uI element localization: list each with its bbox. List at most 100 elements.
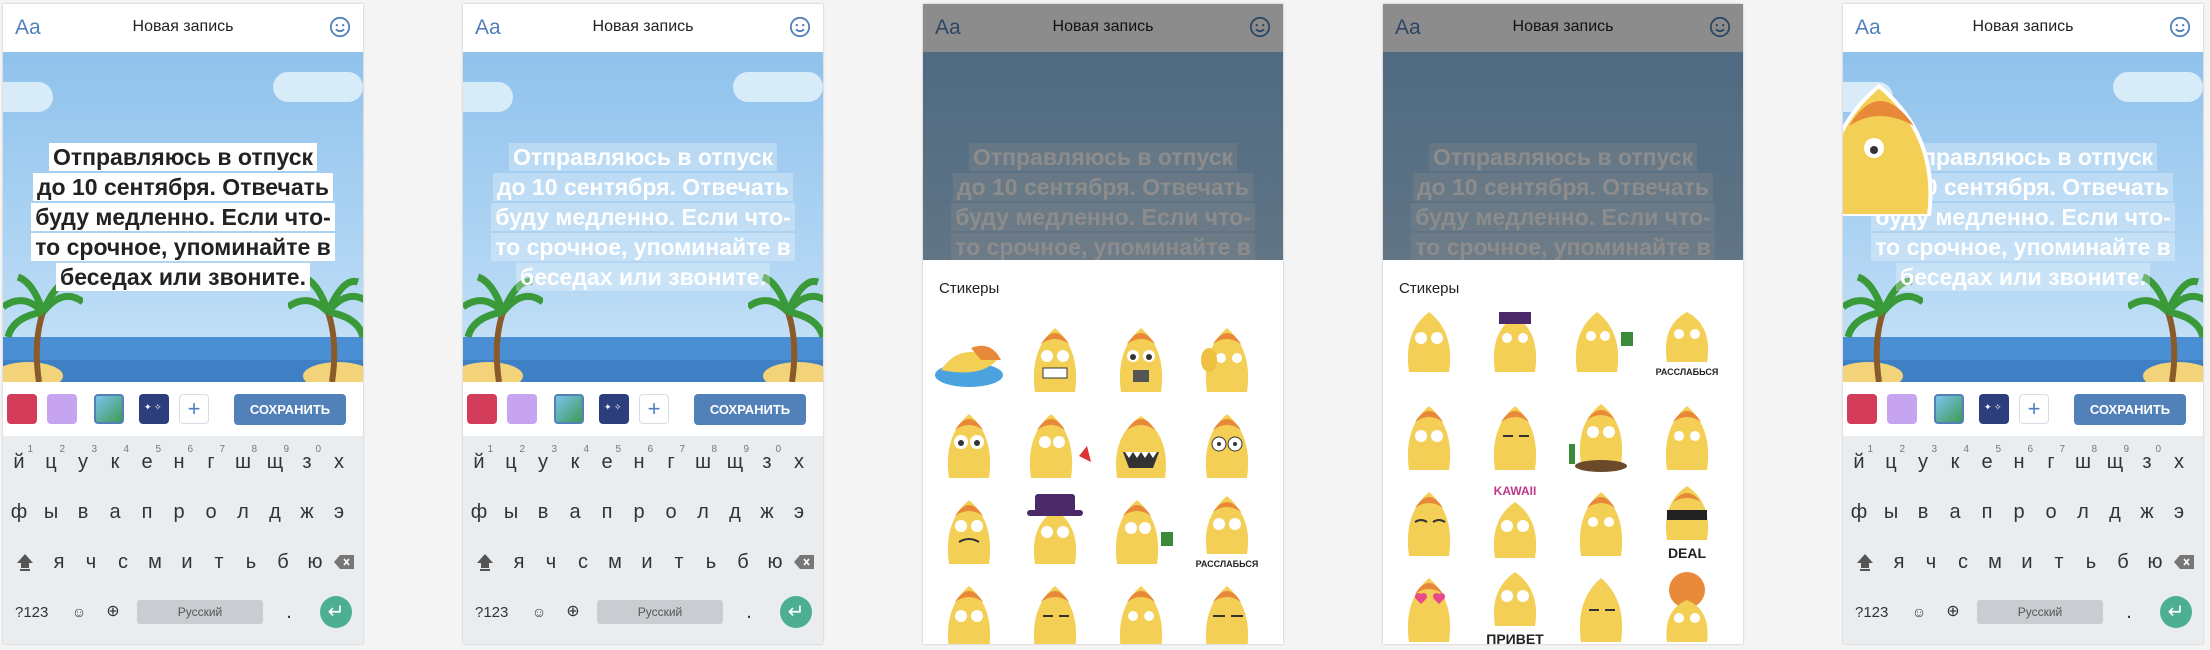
sticker[interactable] [1017, 492, 1093, 568]
key[interactable]: ч [535, 542, 567, 582]
background-swatch-red[interactable] [1847, 394, 1877, 424]
sticker[interactable] [1391, 312, 1467, 388]
background-swatch-beach[interactable] [94, 394, 124, 424]
key[interactable]: у3 [67, 442, 99, 482]
key[interactable]: ю [2139, 542, 2171, 582]
backspace-icon[interactable] [2173, 554, 2195, 570]
sticker[interactable] [1477, 312, 1553, 388]
key[interactable]: е5 [591, 442, 623, 482]
save-button[interactable]: СОХРАНИТЬ [234, 394, 346, 425]
key[interactable]: ф [3, 492, 35, 532]
background-swatch-lilac[interactable] [507, 394, 537, 424]
add-background-button[interactable]: + [639, 394, 669, 424]
background-swatch-red[interactable] [467, 394, 497, 424]
key[interactable]: н6 [2003, 442, 2035, 482]
sticker[interactable] [931, 492, 1007, 568]
sticker-relax[interactable]: РАССЛАБЬСЯ [1649, 312, 1725, 388]
key[interactable]: ш8 [687, 442, 719, 482]
sticker[interactable] [1563, 484, 1639, 560]
numbers-key[interactable]: ?123 [15, 604, 48, 621]
key[interactable]: к4 [99, 442, 131, 482]
key[interactable]: з0 [2131, 442, 2163, 482]
key[interactable]: л [2067, 492, 2099, 532]
key[interactable]: ы [495, 492, 527, 532]
key[interactable]: ы [35, 492, 67, 532]
key[interactable]: э [2163, 492, 2195, 532]
key[interactable]: п [591, 492, 623, 532]
period-key[interactable]: . [733, 592, 765, 632]
key[interactable]: к4 [1939, 442, 1971, 482]
key[interactable]: е5 [131, 442, 163, 482]
smile-icon[interactable] [329, 16, 351, 38]
key[interactable]: я [1883, 542, 1915, 582]
key[interactable]: х [783, 442, 815, 482]
add-background-button[interactable]: + [2019, 394, 2049, 424]
globe-icon[interactable]: ⊕ [557, 592, 589, 632]
key[interactable]: к4 [559, 442, 591, 482]
sticker[interactable] [1563, 312, 1639, 388]
globe-icon[interactable]: ⊕ [97, 592, 129, 632]
sticker[interactable] [931, 406, 1007, 482]
period-key[interactable]: . [273, 592, 305, 632]
background-swatch-lilac[interactable] [1887, 394, 1917, 424]
key[interactable]: в [527, 492, 559, 532]
key[interactable]: я [43, 542, 75, 582]
sticker[interactable] [1391, 484, 1467, 560]
background-swatch-red[interactable] [7, 394, 37, 424]
key[interactable]: з0 [751, 442, 783, 482]
shift-icon[interactable] [15, 552, 35, 572]
key[interactable]: б [2107, 542, 2139, 582]
shift-icon[interactable] [475, 552, 495, 572]
sticker[interactable] [1649, 570, 1725, 644]
backspace-icon[interactable] [333, 554, 355, 570]
key[interactable]: е5 [1971, 442, 2003, 482]
key[interactable]: т [663, 542, 695, 582]
smile-icon[interactable] [789, 16, 811, 38]
sticker[interactable] [931, 578, 1007, 644]
key[interactable]: ц2 [35, 442, 67, 482]
key[interactable]: ж [291, 492, 323, 532]
key[interactable]: х [323, 442, 355, 482]
key[interactable]: м [139, 542, 171, 582]
key[interactable]: ц2 [1875, 442, 1907, 482]
key[interactable]: б [267, 542, 299, 582]
key[interactable]: ш8 [227, 442, 259, 482]
background-swatch-lilac[interactable] [47, 394, 77, 424]
key[interactable]: э [323, 492, 355, 532]
key[interactable]: ж [2131, 492, 2163, 532]
key[interactable]: д [719, 492, 751, 532]
sticker[interactable] [1103, 406, 1179, 482]
key[interactable]: у3 [1907, 442, 1939, 482]
key[interactable]: р [623, 492, 655, 532]
background-swatch-stars[interactable] [1979, 394, 2009, 424]
key[interactable]: м [1979, 542, 2011, 582]
key[interactable]: а [99, 492, 131, 532]
key[interactable]: т [203, 542, 235, 582]
sticker[interactable] [1017, 406, 1093, 482]
key[interactable]: э [783, 492, 815, 532]
key[interactable]: в [1907, 492, 1939, 532]
backspace-icon[interactable] [793, 554, 815, 570]
key[interactable]: д [259, 492, 291, 532]
key[interactable]: ч [75, 542, 107, 582]
key[interactable]: л [227, 492, 259, 532]
sticker[interactable] [1391, 570, 1467, 644]
add-background-button[interactable]: + [179, 394, 209, 424]
key[interactable]: ю [759, 542, 791, 582]
key[interactable]: щ9 [2099, 442, 2131, 482]
space-key[interactable]: Русский [1977, 600, 2103, 624]
sticker[interactable] [1103, 492, 1179, 568]
sticker[interactable] [1017, 578, 1093, 644]
placed-sticker[interactable] [1843, 76, 1939, 216]
key[interactable]: и [171, 542, 203, 582]
sticker[interactable] [931, 320, 1007, 396]
key[interactable]: л [687, 492, 719, 532]
globe-icon[interactable]: ⊕ [1937, 592, 1969, 632]
key[interactable]: н6 [623, 442, 655, 482]
enter-key[interactable]: ↵ [780, 596, 812, 628]
key[interactable]: ш8 [2067, 442, 2099, 482]
period-key[interactable]: . [2113, 592, 2145, 632]
shift-icon[interactable] [1855, 552, 1875, 572]
sticker[interactable] [1477, 398, 1553, 474]
key[interactable]: я [503, 542, 535, 582]
